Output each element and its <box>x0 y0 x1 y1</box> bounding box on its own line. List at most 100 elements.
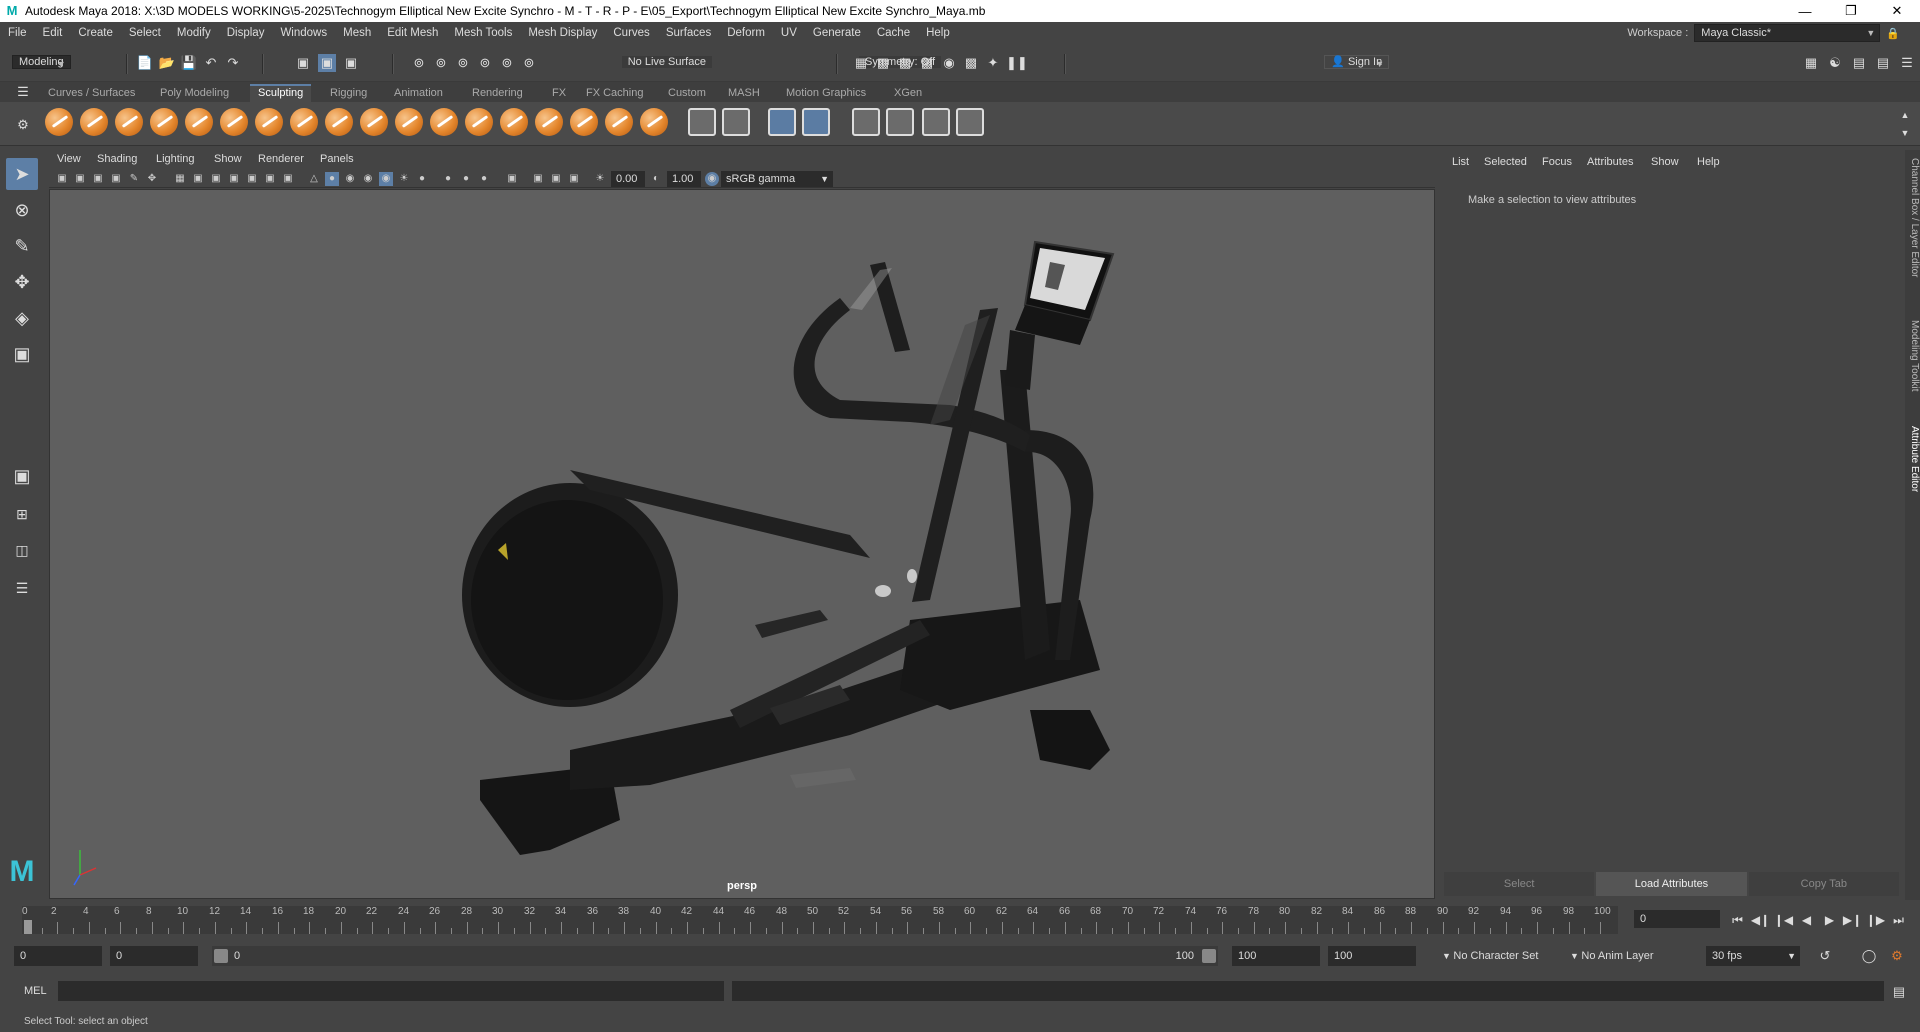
viewport-menu-panels[interactable]: Panels <box>320 153 354 165</box>
relax-tool-icon[interactable] <box>115 108 143 136</box>
tab-fx-caching[interactable]: FX Caching <box>578 84 651 102</box>
tab-modeling-toolkit[interactable]: Modeling Toolkit <box>1906 320 1920 392</box>
menu-cache[interactable]: Cache <box>869 27 918 39</box>
live-surface-field[interactable]: No Live Surface <box>621 56 712 68</box>
2d-pan-zoom-icon[interactable]: ✥ <box>145 172 159 186</box>
menu-mesh[interactable]: Mesh <box>335 27 379 39</box>
redo-icon[interactable]: ↷ <box>224 54 242 72</box>
select-button[interactable]: Select <box>1444 872 1595 896</box>
imprint-tool-icon[interactable] <box>360 108 388 136</box>
tab-channel-box[interactable]: Channel Box / Layer Editor <box>1906 158 1920 278</box>
tab-curves-surfaces[interactable]: Curves / Surfaces <box>40 84 143 102</box>
modeling-toolkit-icon[interactable]: ▦ <box>1802 54 1820 72</box>
smear-tool-icon[interactable] <box>535 108 563 136</box>
step-forward-frame-icon[interactable]: ❙▶ <box>1864 913 1887 927</box>
current-time-indicator[interactable] <box>24 920 32 934</box>
sculpting-settings-icon[interactable] <box>956 108 984 136</box>
render-setup-icon[interactable]: ▩ <box>962 54 980 72</box>
unfreeze-icon[interactable] <box>722 108 750 136</box>
range-start-handle[interactable] <box>214 949 228 963</box>
tab-animation[interactable]: Animation <box>386 84 451 102</box>
use-all-lights-icon[interactable]: ◉ <box>379 172 393 186</box>
depth-of-field-icon[interactable]: ● <box>477 172 491 186</box>
attr-menu-show[interactable]: Show <box>1651 156 1679 168</box>
menu-select[interactable]: Select <box>121 27 169 39</box>
auto-key-icon[interactable]: ◯ <box>1860 947 1878 965</box>
spray-tool-icon[interactable] <box>290 108 318 136</box>
minimize-icon[interactable]: — <box>1782 0 1828 22</box>
command-input[interactable] <box>58 981 724 1001</box>
loop-icon[interactable]: ↺ <box>1816 947 1834 965</box>
foamy-tool-icon[interactable] <box>255 108 283 136</box>
snap-grid-icon[interactable]: ⊚ <box>410 54 428 72</box>
range-end-handle[interactable] <box>1202 949 1216 963</box>
render-current-frame-icon[interactable]: ▩ <box>874 54 892 72</box>
attr-menu-help[interactable]: Help <box>1697 156 1720 168</box>
range-bar[interactable]: 0 100 <box>212 946 1218 966</box>
snap-view-plane-icon[interactable]: ⊚ <box>498 54 516 72</box>
animation-preferences-icon[interactable]: ⚙ <box>1888 947 1906 965</box>
grid-toggle-icon[interactable]: ▦ <box>173 172 187 186</box>
blend-shape-icon[interactable] <box>802 108 830 136</box>
snap-projected-icon[interactable]: ⊚ <box>476 54 494 72</box>
pinch-tool-icon[interactable] <box>185 108 213 136</box>
menu-uv[interactable]: UV <box>773 27 805 39</box>
go-to-end-icon[interactable]: ⏭ <box>1887 913 1910 928</box>
current-frame-field[interactable]: 0 <box>1634 910 1720 928</box>
attr-menu-attributes[interactable]: Attributes <box>1587 156 1633 168</box>
select-by-object-type-icon[interactable]: ▣ <box>318 54 336 72</box>
elliptical-trainer-model[interactable] <box>50 190 1435 899</box>
xray-joints-icon[interactable]: ▣ <box>549 172 563 186</box>
load-attributes-button[interactable]: Load Attributes <box>1596 872 1747 896</box>
tab-motion-graphics[interactable]: Motion Graphics <box>778 84 874 102</box>
fill-tool-icon[interactable] <box>465 108 493 136</box>
menu-curves[interactable]: Curves <box>605 27 657 39</box>
tool-settings-icon[interactable]: ☰ <box>1898 54 1916 72</box>
two-pane-layout-icon[interactable]: ◫ <box>6 534 38 566</box>
tab-rendering[interactable]: Rendering <box>464 84 531 102</box>
tab-attribute-editor[interactable]: Attribute Editor <box>1906 426 1920 492</box>
convert-to-frozen-icon[interactable] <box>688 108 716 136</box>
open-scene-icon[interactable]: 📂 <box>158 54 176 72</box>
character-set-dropdown[interactable]: ▼ No Character Set <box>1436 946 1562 966</box>
menu-surfaces[interactable]: Surfaces <box>658 27 719 39</box>
hypershade-icon[interactable]: ◉ <box>940 54 958 72</box>
attr-menu-list[interactable]: List <box>1452 156 1469 168</box>
play-forwards-icon[interactable]: ▶ <box>1818 913 1841 927</box>
shelf-menu-icon[interactable]: ☰ <box>14 83 32 101</box>
go-to-start-icon[interactable]: ⏮ <box>1726 913 1749 928</box>
four-view-layout-icon[interactable]: ⊞ <box>6 498 38 530</box>
bulge-tool-icon[interactable] <box>570 108 598 136</box>
new-scene-icon[interactable]: 📄 <box>136 54 154 72</box>
sign-in-button[interactable]: 👤 Sign In ▼ <box>1324 55 1390 69</box>
lasso-tool-icon[interactable]: ⊗ <box>6 194 38 226</box>
safe-title-icon[interactable]: ▣ <box>281 172 295 186</box>
fps-dropdown[interactable]: 30 fps ▼ <box>1706 946 1800 966</box>
flatten-tool-icon[interactable] <box>220 108 248 136</box>
undo-icon[interactable]: ↶ <box>202 54 220 72</box>
menu-mesh-display[interactable]: Mesh Display <box>520 27 605 39</box>
wax-tool-icon[interactable] <box>395 108 423 136</box>
smooth-shade-icon[interactable]: ● <box>325 172 339 186</box>
camera-select-icon[interactable]: ▣ <box>55 172 69 186</box>
freeze-tool-icon[interactable] <box>640 108 668 136</box>
textured-icon[interactable]: ◉ <box>361 172 375 186</box>
menu-mesh-tools[interactable]: Mesh Tools <box>446 27 520 39</box>
screen-space-ao-icon[interactable]: ● <box>415 172 429 186</box>
pause-viewport-icon[interactable]: ❚❚ <box>1006 54 1028 72</box>
scrape-tool-icon[interactable] <box>430 108 458 136</box>
texture-deformer-icon[interactable] <box>886 108 914 136</box>
field-chart-icon[interactable]: ▣ <box>245 172 259 186</box>
amplify-tool-icon[interactable] <box>605 108 633 136</box>
playback-start-field[interactable]: 0 <box>110 946 198 966</box>
menu-edit-mesh[interactable]: Edit Mesh <box>379 27 446 39</box>
rotate-tool-icon[interactable]: ◈ <box>6 302 38 334</box>
restore-icon[interactable]: ❐ <box>1828 0 1874 22</box>
smooth-tool-icon[interactable] <box>80 108 108 136</box>
workspace-dropdown[interactable]: Maya Classic* ▼ <box>1694 24 1881 42</box>
paint-select-tool-icon[interactable]: ✎ <box>6 230 38 262</box>
gamma-field[interactable]: 1.00 <box>667 171 701 187</box>
grease-pencil-icon[interactable]: ✎ <box>127 172 141 186</box>
menu-edit[interactable]: Edit <box>35 27 71 39</box>
animation-start-field[interactable]: 0 <box>14 946 102 966</box>
